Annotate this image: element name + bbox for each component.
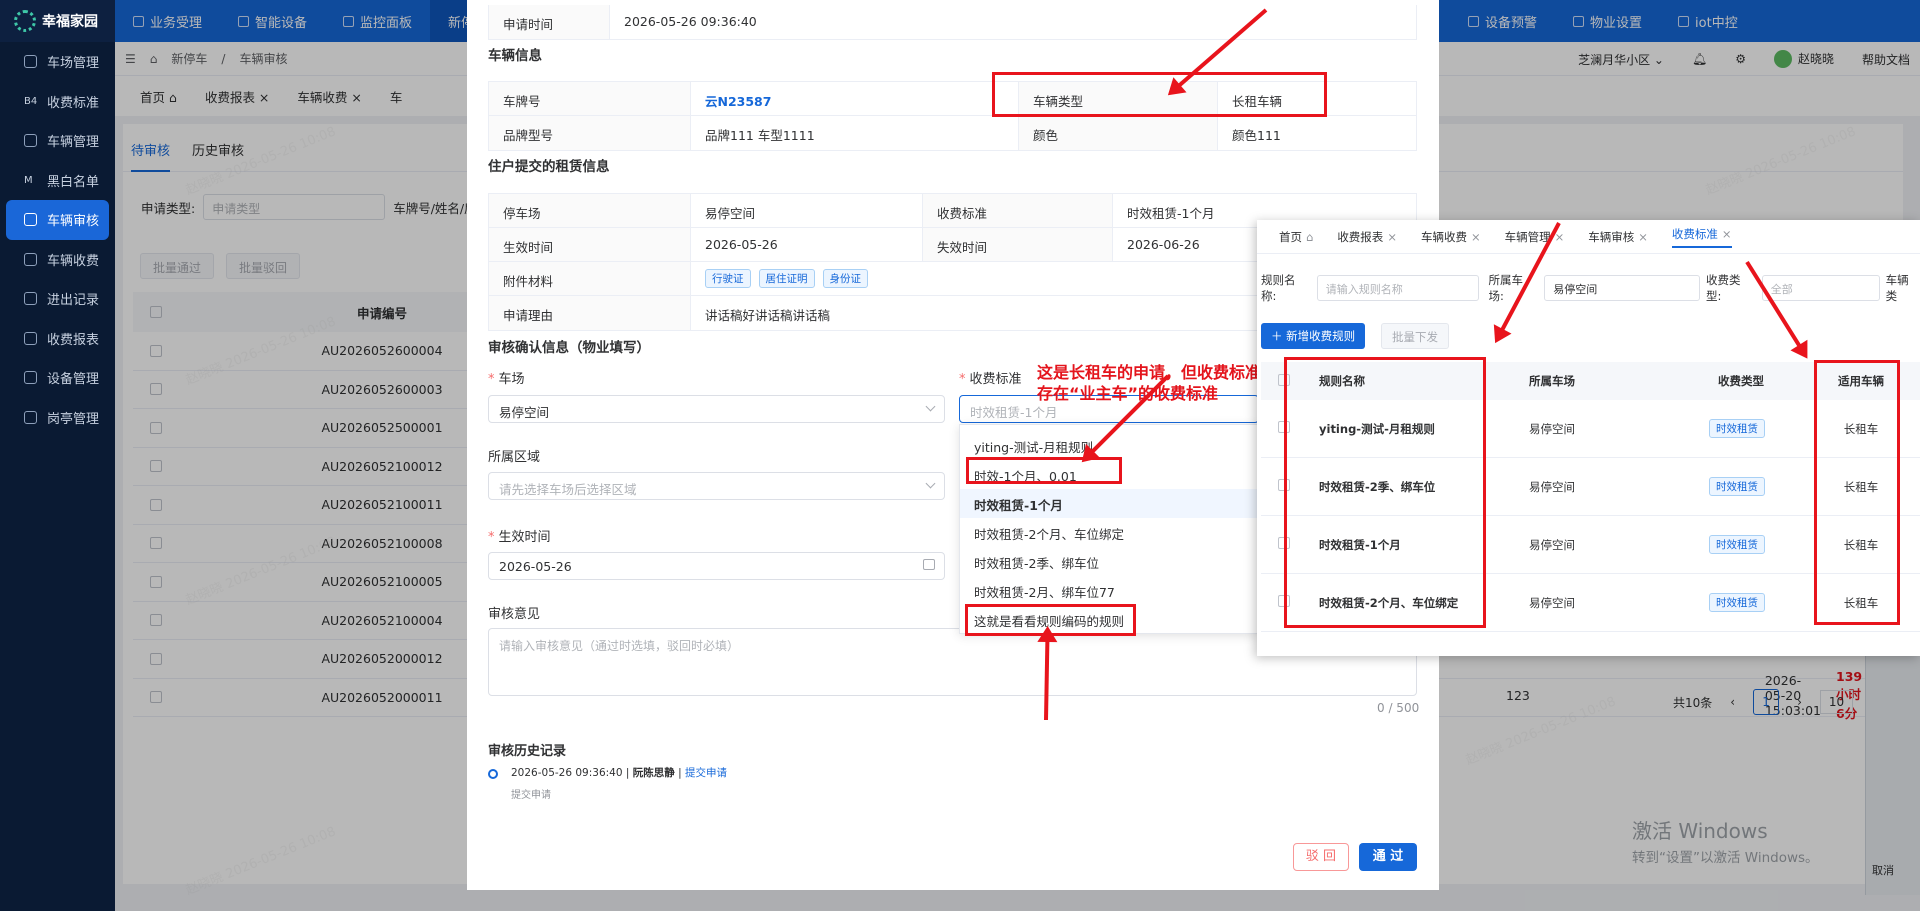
menu-icon — [24, 55, 37, 69]
field-label: * 车场 — [488, 372, 525, 387]
dropdown-option[interactable]: 时效租赁-2个月、车位绑定 — [960, 518, 1258, 547]
sidebar-item-label: 收费标准 — [47, 95, 100, 111]
filter-label: 规则名称: — [1261, 273, 1296, 303]
pass-button[interactable]: 通 过 — [1359, 843, 1417, 871]
start-date-picker[interactable]: 2026-05-26 — [488, 552, 945, 580]
dropdown-option[interactable]: 时效租赁-1个月 — [960, 489, 1258, 518]
column-header: 收费类型 — [1718, 374, 1764, 388]
menu-icon: M — [24, 174, 33, 186]
sidebar-item-label: 收费报表 — [47, 332, 100, 348]
add-rule-button[interactable]: ＋ 新增收费规则 — [1261, 323, 1366, 349]
sidebar-item[interactable]: 车场管理 — [0, 42, 115, 82]
batch-issue-button[interactable]: 批量下发 — [1381, 323, 1449, 349]
sidebar-item[interactable]: 设备管理 — [0, 358, 115, 398]
logo-icon — [14, 10, 36, 32]
highlight-vehicle-type — [992, 72, 1327, 117]
overlay-tab[interactable]: 车辆收费 × — [1421, 229, 1481, 245]
fee-standard-dropdown: yiting-测试-月租规则 时效-1个月、0.01 时效租赁-1个月 时效租赁-2个… — [959, 424, 1259, 634]
type-filter-select[interactable]: 全部 — [1761, 275, 1880, 301]
reject-button[interactable]: 驳 回 — [1293, 843, 1349, 871]
field-label: 审核意见 — [488, 607, 541, 622]
sidebar-item[interactable]: 岗亭管理 — [0, 398, 115, 438]
apply-info: 申请时间 2026-05-26 09:36:40 — [488, 5, 1417, 40]
app-logo: 幸福家园 — [0, 0, 115, 42]
section-title: 审核确认信息（物业填写） — [488, 340, 650, 356]
lot-select[interactable]: 易停空间 — [488, 395, 945, 423]
sidebar-item-label: 设备管理 — [47, 372, 100, 388]
lot-filter-select[interactable]: 易停空间 — [1544, 275, 1700, 301]
rule-lot: 易停空间 — [1529, 421, 1575, 436]
sidebar-item[interactable]: 车辆管理 — [0, 121, 115, 161]
menu-icon: B4 — [24, 95, 38, 107]
fee-type-tag: 时效租赁 — [1709, 535, 1765, 554]
menu-icon — [24, 213, 37, 227]
sidebar-item-label: 车辆收费 — [47, 253, 100, 269]
overlay-tab[interactable]: 收费报表 × — [1337, 229, 1397, 245]
sidebar-item-label: 岗亭管理 — [47, 411, 100, 427]
overlay-tab[interactable]: 车辆审核 × — [1588, 229, 1648, 245]
char-counter: 0 / 500 — [1377, 701, 1420, 715]
menu-icon — [24, 292, 37, 306]
history-entry: 2026-05-26 09:36:40 | 阮陈思静 | 提交申请 — [511, 767, 727, 779]
menu-icon — [24, 331, 37, 345]
history-title: 审核历史记录 — [488, 744, 567, 759]
attachment-tag[interactable]: 行驶证 — [705, 269, 751, 288]
attachment-tag[interactable]: 居住证明 — [758, 269, 815, 288]
section-title: 车辆信息 — [488, 48, 542, 64]
sidebar-item-label: 进出记录 — [47, 293, 100, 309]
highlight-vehicle-column — [1814, 360, 1900, 625]
sidebar-item[interactable]: 收费报表 — [0, 319, 115, 359]
rule-lot: 易停空间 — [1529, 595, 1575, 610]
filter-label: 车辆类 — [1885, 273, 1909, 303]
attachment-tag[interactable]: 身份证 — [822, 269, 868, 288]
menu-icon — [24, 252, 37, 266]
sidebar-item-label: 黑白名单 — [47, 174, 100, 190]
sidebar-item-label: 车场管理 — [47, 56, 100, 72]
rule-name-input[interactable]: 请输入规则名称 — [1316, 275, 1479, 301]
rule-lot: 易停空间 — [1529, 479, 1575, 494]
field-label: 所属区域 — [488, 450, 541, 465]
sidebar: 幸福家园 车场管理 B4 收费标准车辆管理 M 黑白名单车辆审核车辆收费进出记录收费报表… — [0, 0, 115, 911]
fee-type-tag: 时效租赁 — [1709, 593, 1765, 612]
app-name: 幸福家园 — [42, 14, 98, 30]
sidebar-item[interactable]: 车辆审核 — [6, 200, 109, 240]
filter-label: 收费类型: — [1706, 273, 1741, 303]
sidebar-item[interactable]: M 黑白名单 — [0, 161, 115, 201]
sidebar-item[interactable]: 进出记录 — [0, 279, 115, 319]
column-header: 所属车场 — [1529, 374, 1575, 388]
sidebar-item[interactable]: 车辆收费 — [0, 240, 115, 280]
area-select[interactable]: 请先选择车场后选择区域 — [488, 472, 945, 500]
sidebar-item-label: 车辆管理 — [47, 135, 100, 151]
calendar-icon — [923, 559, 935, 570]
sidebar-item[interactable]: B4 收费标准 — [0, 82, 115, 122]
timeline-dot — [488, 769, 498, 779]
menu-icon — [24, 410, 37, 424]
overlay-tab[interactable]: 首页 ⌂ — [1279, 229, 1313, 245]
dropdown-option[interactable]: 时效租赁-2季、绑车位 — [960, 547, 1258, 576]
field-label: * 生效时间 — [488, 530, 551, 545]
overlay-tab[interactable]: 收费标准 × — [1671, 226, 1732, 248]
rule-lot: 易停空间 — [1529, 537, 1575, 552]
fee-type-tag: 时效租赁 — [1709, 419, 1765, 438]
highlight-option — [966, 457, 1122, 484]
highlight-rule-names — [1284, 357, 1486, 628]
fee-type-tag: 时效租赁 — [1709, 477, 1765, 496]
plate-number: 云N23587 — [691, 82, 1019, 115]
dropdown-option[interactable]: 时效租赁-2月、绑车位77 — [960, 576, 1258, 605]
menu-icon — [24, 134, 37, 148]
menu-icon — [24, 371, 37, 385]
sidebar-item-label: 车辆审核 — [47, 214, 100, 230]
field-label: * 收费标准 — [959, 372, 1022, 387]
section-title: 住户提交的租赁信息 — [488, 159, 610, 175]
history-sub: 提交申请 — [511, 790, 551, 801]
